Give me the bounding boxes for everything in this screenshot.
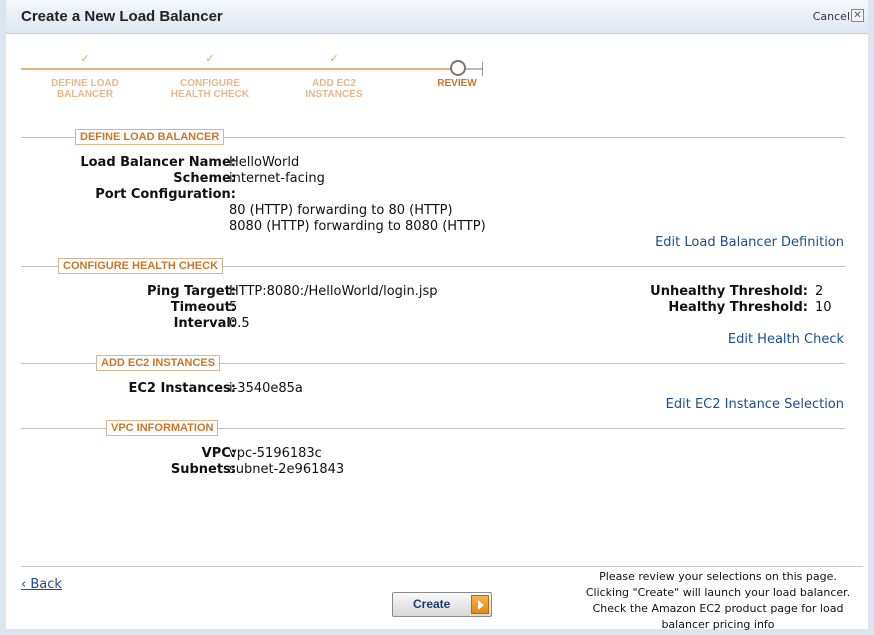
unhealthy-threshold-value: 2 [815, 284, 824, 299]
ec2-instances-label: EC2 Instances: [128, 381, 236, 396]
title-bar: Create a New Load Balancer Cancel ✕ [6, 0, 868, 34]
check-icon: ✓ [80, 52, 90, 65]
cancel-link[interactable]: Cancel [813, 10, 850, 23]
healthy-threshold-value: 10 [815, 300, 832, 315]
scheme-label: Scheme: [173, 171, 236, 186]
review-note: Please review your selections on this pa… [585, 570, 851, 631]
ping-target-label: Ping Target: [147, 284, 236, 299]
scheme-value: internet-facing [229, 171, 325, 186]
port-config-label: Port Configuration: [95, 187, 236, 202]
subnets-label: Subnets: [170, 462, 236, 477]
subnets-value: subnet-2e961843 [229, 462, 345, 477]
wizard-step-label: ADD EC2 INSTANCES [305, 78, 363, 100]
section-heading-ec2: ADD EC2 INSTANCES [96, 355, 221, 371]
section-heading-health: CONFIGURE HEALTH CHECK [58, 258, 224, 274]
dialog-title: Create a New Load Balancer [21, 8, 223, 25]
create-load-balancer-dialog: Create a New Load Balancer Cancel ✕ ✓ DE… [0, 0, 874, 635]
ping-target-value: HTTP:8080:/HelloWorld/login.jsp [229, 284, 438, 299]
back-link[interactable]: ‹ Back [21, 577, 62, 592]
section-heading-vpc: VPC INFORMATION [106, 420, 219, 436]
interval-value: 0.5 [229, 316, 250, 331]
healthy-threshold-label: Healthy Threshold: [668, 300, 808, 315]
unhealthy-threshold-label: Unhealthy Threshold: [650, 284, 808, 299]
check-icon: ✓ [205, 52, 215, 65]
lb-name-value: HelloWorld [229, 155, 300, 170]
wizard-step-label: CONFIGURE HEALTH CHECK [170, 78, 250, 100]
edit-health-check-link[interactable]: Edit Health Check [728, 332, 844, 347]
port-mapping: 80 (HTTP) forwarding to 80 (HTTP) [229, 203, 453, 218]
ec2-instances-value: i-3540e85a [229, 381, 303, 396]
arrow-right-icon [471, 595, 489, 614]
wizard-step-label: REVIEW [437, 78, 477, 89]
wizard-step-health[interactable]: ✓ CONFIGURE HEALTH CHECK [155, 52, 265, 100]
check-icon: ✓ [329, 52, 339, 65]
wizard-step-define[interactable]: ✓ DEFINE LOAD BALANCER [30, 52, 140, 100]
create-button[interactable]: Create [392, 592, 492, 617]
vpc-value: vpc-5196183c [229, 446, 322, 461]
wizard-step-instances[interactable]: ✓ ADD EC2 INSTANCES [279, 52, 389, 100]
footer-divider [21, 566, 863, 567]
edit-load-balancer-definition-link[interactable]: Edit Load Balancer Definition [655, 235, 844, 250]
edit-ec2-instance-selection-link[interactable]: Edit EC2 Instance Selection [666, 397, 844, 412]
close-icon[interactable]: ✕ [851, 9, 864, 22]
wizard-step-review: REVIEW [402, 54, 512, 89]
lb-name-label: Load Balancer Name: [80, 155, 236, 170]
port-mapping: 8080 (HTTP) forwarding to 8080 (HTTP) [229, 219, 486, 234]
timeout-label: Timeout: [170, 300, 236, 315]
interval-label: Interval: [173, 316, 236, 331]
timeout-value: 5 [229, 300, 238, 315]
section-heading-define: DEFINE LOAD BALANCER [75, 129, 225, 145]
create-button-label: Create [413, 597, 451, 611]
wizard-step-label: DEFINE LOAD BALANCER [51, 78, 119, 100]
